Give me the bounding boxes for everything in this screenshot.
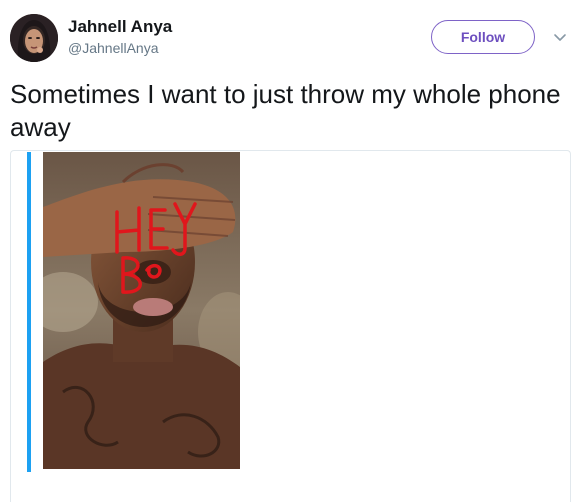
tweet-text: Sometimes I want to just throw my whole …: [10, 79, 561, 142]
display-name[interactable]: Jahnell Anya: [68, 17, 172, 37]
chevron-down-icon[interactable]: [552, 29, 568, 45]
media-accent-bar: [27, 152, 31, 472]
avatar[interactable]: [10, 14, 58, 62]
user-handle[interactable]: @JahnellAnya: [68, 40, 159, 56]
follow-button[interactable]: Follow: [431, 20, 535, 54]
tweet-photo[interactable]: [43, 152, 240, 469]
media-card[interactable]: [10, 150, 571, 502]
